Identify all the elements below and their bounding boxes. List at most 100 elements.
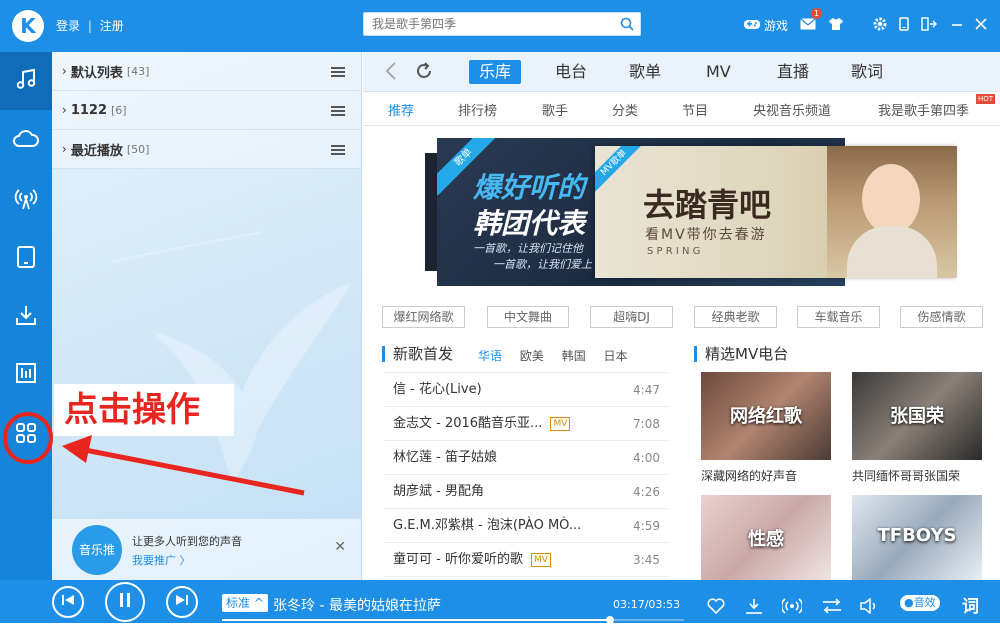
subtab-singer-season4[interactable]: 我是歌手第四季 xyxy=(878,100,969,119)
expand-arrow-icon[interactable]: › xyxy=(62,142,67,156)
register-link[interactable]: 注册 xyxy=(100,19,124,33)
tab-library[interactable]: 乐库 xyxy=(469,60,522,84)
mv-card-label: 张国荣 xyxy=(890,406,944,427)
progress-fill xyxy=(222,619,611,621)
close-button[interactable] xyxy=(975,14,987,36)
pause-button[interactable] xyxy=(105,582,145,622)
sound-effect-button[interactable]: ●音效 xyxy=(900,595,940,611)
banner-title-line2: 韩团代表 xyxy=(473,207,586,240)
mv-card-caption[interactable]: 深藏网络的好声音 xyxy=(701,467,836,484)
lang-japanese[interactable]: 日本 xyxy=(604,349,628,363)
now-playing-title[interactable]: 张冬玲 - 最美的姑娘在拉萨 xyxy=(273,595,441,615)
banner-portrait-body xyxy=(847,226,937,278)
search-icon[interactable] xyxy=(614,13,640,35)
subtab-cctv[interactable]: 央视音乐频道 xyxy=(753,100,831,119)
login-link[interactable]: 登录 xyxy=(56,19,80,33)
banner-carousel[interactable]: 歌单 爆好听的 韩团代表 一首歌，让我们记住他 一首歌，让我们爱上 MV歌单 去… xyxy=(425,138,957,286)
mv-card[interactable]: 张国荣 xyxy=(852,372,982,460)
mail-icon xyxy=(800,17,816,33)
promo-link[interactable]: 我要推广 〉 xyxy=(132,552,191,568)
mv-card[interactable]: TFBOYS xyxy=(852,495,982,580)
tablet-icon xyxy=(16,245,36,273)
hamburger-menu-icon[interactable] xyxy=(331,145,345,155)
broadcast-icon[interactable] xyxy=(780,598,804,618)
song-row[interactable]: 信 - 花心(Live) 4:47 xyxy=(383,373,670,407)
lang-korean[interactable]: 韩国 xyxy=(562,349,586,363)
mobile-button[interactable] xyxy=(899,14,909,36)
heart-icon[interactable] xyxy=(707,598,725,618)
banner-spring-mv[interactable]: MV歌单 去踏青吧 看MV带你去春游 S P R I N G xyxy=(595,146,957,278)
sidebar-download[interactable] xyxy=(0,288,52,346)
play-mode-icon[interactable] xyxy=(822,598,842,618)
game-button[interactable]: 游戏 xyxy=(743,14,788,36)
mv-badge[interactable]: MV xyxy=(550,416,571,431)
playlist-row[interactable]: › 最近播放 [50] xyxy=(52,130,361,169)
mini-mode-button[interactable] xyxy=(921,14,937,36)
sidebar-radio[interactable] xyxy=(0,172,52,230)
close-icon xyxy=(975,17,987,33)
subtab-category[interactable]: 分类 xyxy=(612,100,638,119)
hamburger-menu-icon[interactable] xyxy=(331,67,345,77)
genre-tag[interactable]: 超嗨DJ xyxy=(590,306,673,328)
local-file-icon xyxy=(15,362,37,388)
back-arrow-icon[interactable] xyxy=(385,61,397,85)
kugou-logo[interactable]: K xyxy=(12,10,44,42)
sidebar-local[interactable] xyxy=(0,346,52,404)
song-title: 童可可 - 听你爱听的歌 xyxy=(393,552,523,567)
mv-radio-title: 精选MV电台 xyxy=(694,346,788,362)
genre-tag[interactable]: 经典老歌 xyxy=(694,306,777,328)
subtab-charts[interactable]: 排行榜 xyxy=(458,100,497,119)
promo-circle[interactable]: 音乐推 xyxy=(72,525,122,575)
genre-tag[interactable]: 伤感情歌 xyxy=(900,306,983,328)
music-note-icon xyxy=(14,67,38,95)
sidebar-music[interactable] xyxy=(0,52,52,110)
tab-playlist[interactable]: 歌单 xyxy=(629,60,661,84)
expand-arrow-icon[interactable]: › xyxy=(62,64,67,78)
lang-western[interactable]: 欧美 xyxy=(520,349,544,363)
expand-arrow-icon[interactable]: › xyxy=(62,103,67,117)
song-row[interactable]: 林忆莲 - 笛子姑娘 4:00 xyxy=(383,441,670,475)
subtab-programs[interactable]: 节目 xyxy=(682,100,708,119)
song-row[interactable]: 童可可 - 听你爱听的歌 MV 3:45 xyxy=(383,543,670,577)
lang-chinese[interactable]: 华语 xyxy=(478,349,502,363)
download-icon[interactable] xyxy=(745,598,763,618)
song-row[interactable]: G.E.M.邓紫棋 - 泡沫(PÀO MÒ... 4:59 xyxy=(383,509,670,543)
progress-bar[interactable] xyxy=(222,616,684,624)
hot-badge: HOT xyxy=(976,94,996,104)
tab-mv[interactable]: MV xyxy=(706,60,731,84)
search-input[interactable] xyxy=(364,17,614,31)
song-row[interactable]: 金志文 - 2016酷音乐亚... MV 7:08 xyxy=(383,407,670,441)
playlist-row[interactable]: › 默认列表 [43] xyxy=(52,52,361,91)
tab-radio[interactable]: 电台 xyxy=(555,60,587,84)
next-button[interactable] xyxy=(166,586,198,618)
mv-card-caption[interactable]: 共同缅怀哥哥张国荣 xyxy=(852,467,987,484)
quality-selector[interactable]: 标准 ^ xyxy=(222,594,268,612)
minimize-button[interactable] xyxy=(951,14,963,36)
tab-live[interactable]: 直播 xyxy=(777,60,809,84)
mv-card[interactable]: 性感 xyxy=(701,495,831,580)
genre-tag[interactable]: 车载音乐 xyxy=(797,306,880,328)
message-button[interactable]: 1 xyxy=(800,8,823,36)
playlist-row[interactable]: › 1122 [6] xyxy=(52,91,361,130)
sidebar-device[interactable] xyxy=(0,230,52,288)
subtab-singers[interactable]: 歌手 xyxy=(542,100,568,119)
volume-icon[interactable] xyxy=(860,597,878,618)
sidebar-cloud[interactable] xyxy=(0,112,52,170)
mv-card-label: 性感 xyxy=(748,529,784,550)
lyrics-button[interactable]: 词 xyxy=(962,592,979,617)
tab-lyrics[interactable]: 歌词 xyxy=(851,60,883,84)
genre-tag[interactable]: 中文舞曲 xyxy=(487,306,569,328)
skin-button[interactable] xyxy=(828,14,844,36)
close-icon[interactable]: ✕ xyxy=(334,539,346,555)
song-row[interactable]: 胡彦斌 - 男配角 4:26 xyxy=(383,475,670,509)
genre-tag[interactable]: 爆红网络歌 xyxy=(382,306,465,328)
mv-card[interactable]: 网络红歌 xyxy=(701,372,831,460)
previous-button[interactable] xyxy=(52,586,84,618)
hamburger-menu-icon[interactable] xyxy=(331,106,345,116)
new-songs-title: 新歌首发 xyxy=(382,346,453,362)
settings-button[interactable] xyxy=(873,14,887,36)
subtab-recommend[interactable]: 推荐 xyxy=(388,100,414,119)
song-name: 胡彦斌 - 男配角 xyxy=(393,484,484,499)
mv-badge[interactable]: MV xyxy=(530,552,551,567)
refresh-icon[interactable] xyxy=(415,62,433,84)
